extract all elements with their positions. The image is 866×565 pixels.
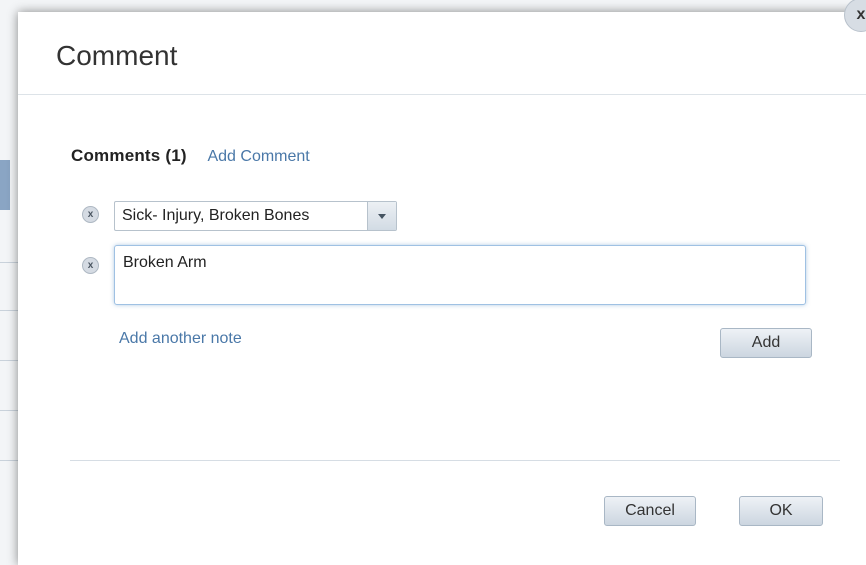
comments-header: Comments (1) Add Comment [71, 146, 310, 166]
background-nav-strip [0, 160, 10, 210]
comment-category-select[interactable]: Sick- Injury, Broken Bones [114, 201, 397, 231]
add-comment-link[interactable]: Add Comment [207, 148, 309, 165]
background-divider [0, 410, 18, 411]
remove-note-icon[interactable]: x [82, 257, 99, 274]
comments-count-label: Comments (1) [71, 146, 187, 165]
ok-button[interactable]: OK [739, 496, 823, 526]
background-divider [0, 310, 18, 311]
cancel-button[interactable]: Cancel [604, 496, 696, 526]
remove-category-icon[interactable]: x [82, 206, 99, 223]
chevron-down-icon[interactable] [367, 202, 396, 230]
dialog-header: Comment [18, 12, 866, 95]
background-divider [0, 460, 18, 461]
dialog-title: Comment [56, 40, 178, 71]
add-another-note-link[interactable]: Add another note [119, 330, 242, 348]
note-textarea[interactable]: Broken Arm [114, 245, 806, 305]
footer-divider [70, 460, 840, 461]
comment-dialog: Comment x Comments (1) Add Comment x Sic… [18, 0, 866, 565]
add-note-button[interactable]: Add [720, 328, 812, 358]
background-divider [0, 360, 18, 361]
selected-category: Sick- Injury, Broken Bones [122, 207, 310, 224]
background-divider [0, 262, 18, 263]
